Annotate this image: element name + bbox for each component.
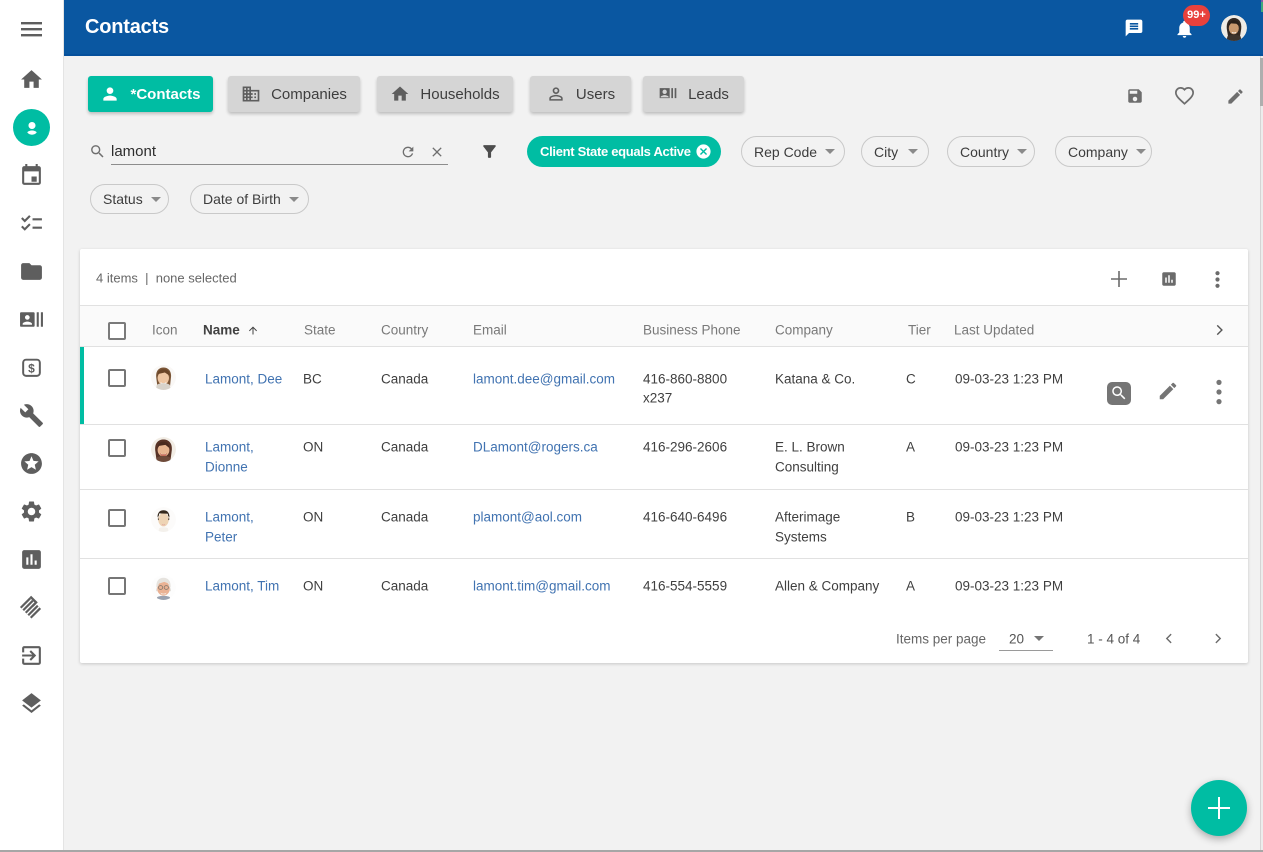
svg-text:$: $ [28, 361, 35, 375]
